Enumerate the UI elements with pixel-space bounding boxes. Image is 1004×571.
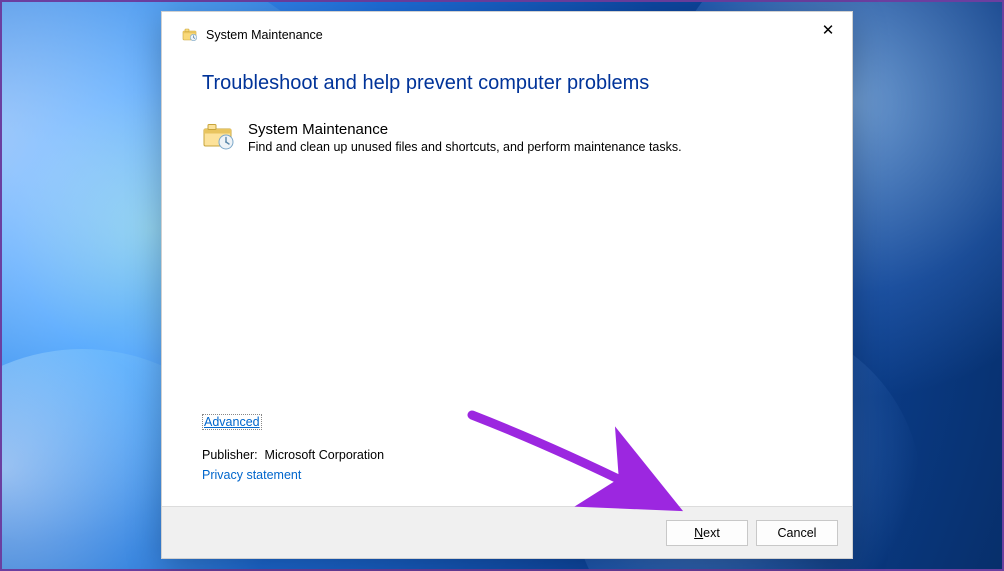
dialog-content: Troubleshoot and help prevent computer p…	[162, 58, 852, 506]
page-heading: Troubleshoot and help prevent computer p…	[202, 72, 812, 95]
troubleshooter-item: System Maintenance Find and clean up unu…	[202, 121, 812, 154]
publisher-label: Publisher:	[202, 448, 258, 462]
titlebar[interactable]: System Maintenance ✕	[162, 12, 852, 58]
cancel-button[interactable]: Cancel	[756, 520, 838, 546]
item-description: Find and clean up unused files and short…	[248, 140, 812, 154]
advanced-link[interactable]: Advanced	[202, 414, 262, 430]
troubleshooter-dialog: System Maintenance ✕ Troubleshoot and he…	[161, 11, 853, 559]
next-button-rest: ext	[703, 526, 720, 540]
close-button[interactable]: ✕	[808, 16, 848, 44]
privacy-statement-link[interactable]: Privacy statement	[202, 468, 812, 482]
publisher-info: Publisher: Microsoft Corporation	[202, 448, 812, 462]
dialog-footer: Next Cancel	[162, 506, 852, 558]
troubleshooter-icon	[182, 27, 198, 43]
publisher-value: Microsoft Corporation	[265, 448, 385, 462]
window-title: System Maintenance	[206, 28, 323, 42]
close-icon: ✕	[822, 21, 835, 39]
maintenance-icon	[202, 121, 236, 151]
item-title: System Maintenance	[248, 121, 812, 138]
next-button[interactable]: Next	[666, 520, 748, 546]
